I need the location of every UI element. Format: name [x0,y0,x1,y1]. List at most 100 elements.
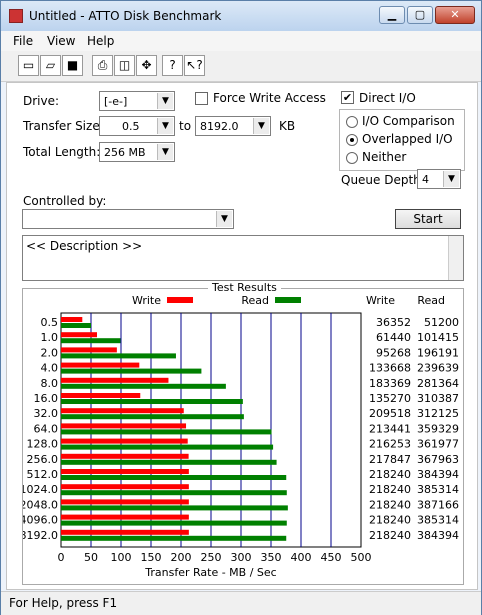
kb-label: KB [279,119,296,133]
drive-label: Drive: [23,94,60,108]
chevron-down-icon[interactable]: ▼ [253,118,269,134]
total-length-value: 256 MB [104,146,146,159]
read-value: 387166 [417,498,459,511]
io-options-group: I/O Comparison Overlapped I/O Neither [339,109,465,171]
y-tick-label: 64.0 [34,422,59,435]
title-bar[interactable]: Untitled - ATTO Disk Benchmark ▁ ▢ ✕ [1,1,481,31]
y-tick-label: 0.5 [41,316,59,329]
y-tick-label: 256.0 [27,453,59,466]
direct-io-checkbox[interactable]: ✔ [341,91,354,104]
start-button[interactable]: Start [395,209,461,229]
overlapped-io-radio[interactable] [346,134,358,146]
minimize-button[interactable]: ▁ [379,6,405,24]
close-button[interactable]: ✕ [435,6,475,24]
write-value: 218240 [369,529,411,542]
bar-write [61,423,187,429]
x-tick-label: 350 [261,551,282,564]
description-text: << Description >> [26,239,143,253]
chevron-down-icon[interactable]: ▼ [157,144,173,160]
description-scrollbar[interactable] [448,236,463,280]
context-help-icon[interactable]: ↖? [184,55,205,76]
app-icon [9,9,23,23]
read-value: 385314 [417,483,459,496]
write-value: 36352 [376,316,411,329]
print-preview-icon[interactable]: ◫ [114,55,135,76]
save-icon[interactable]: ■ [62,55,83,76]
legend-label-read: Read [241,294,269,307]
transfer-from-select[interactable]: 0.5 ▼ [99,116,175,136]
transfer-size-label: Transfer Size: [23,119,104,133]
menu-help[interactable]: Help [87,34,114,48]
write-value: 218240 [369,498,411,511]
force-write-label: Force Write Access [213,91,326,105]
x-tick-label: 200 [171,551,192,564]
bar-write [61,514,189,520]
write-value: 217847 [369,453,411,466]
bar-read [61,535,287,541]
bar-read [61,338,121,344]
neither-radio[interactable] [346,152,358,164]
read-value: 367963 [417,453,459,466]
io-comparison-radio[interactable] [346,116,358,128]
test-results-chart: Write Read Write Read 0 50 100 150 200 250 300 350 4… [20,294,482,598]
bar-read [61,399,243,404]
maximize-button[interactable]: ▢ [407,6,433,24]
chevron-down-icon[interactable]: ▼ [157,93,173,109]
bar-write [61,377,169,383]
help-icon[interactable]: ? [162,55,183,76]
write-value: 183369 [369,377,411,390]
controlled-by-select[interactable]: ▼ [22,209,234,229]
chevron-down-icon[interactable]: ▼ [216,211,232,227]
y-tick-label: 128.0 [27,438,59,451]
total-length-label: Total Length: [23,145,101,159]
read-value: 101415 [417,331,459,344]
x-tick-label: 100 [111,551,132,564]
bar-write [61,529,189,535]
x-axis-label: Transfer Rate - MB / Sec [144,566,276,579]
bar-read [61,459,277,465]
chevron-down-icon[interactable]: ▼ [443,171,459,187]
x-tick-label: 450 [321,551,342,564]
queue-depth-value: 4 [422,173,429,186]
new-icon[interactable]: ▭ [18,55,39,76]
read-column-header: Read [417,294,445,307]
controlled-by-label: Controlled by: [23,194,107,208]
main-panel: Drive: [-e-] ▼ Force Write Access ✔ Dire… [6,82,482,598]
description-field[interactable]: << Description >> [22,235,464,281]
transfer-from-value: 0.5 [122,120,140,133]
bar-read [61,444,274,450]
menu-file[interactable]: File [13,34,33,48]
y-tick-label: 1.0 [41,331,59,344]
open-icon[interactable]: ▱ [40,55,61,76]
bar-read [61,429,272,435]
drive-value: [-e-] [104,95,128,108]
y-tick-label: 2.0 [41,346,59,359]
drive-select[interactable]: [-e-] ▼ [99,91,175,111]
toolbar: ▭ ▱ ■ ⎙ ◫ ✥ ? ↖? [1,51,481,82]
x-tick-label: 500 [351,551,372,564]
x-tick-label: 400 [291,551,312,564]
direct-io-label: Direct I/O [359,91,416,105]
y-tick-label: 512.0 [27,468,59,481]
legend-swatch-write [167,297,193,303]
print-icon[interactable]: ⎙ [92,55,113,76]
bar-write [61,438,188,444]
bar-read [61,323,91,328]
bar-read [61,505,288,511]
status-text: For Help, press F1 [9,596,118,610]
y-tick-label: 16.0 [34,392,59,405]
queue-depth-select[interactable]: 4 ▼ [417,169,461,189]
bar-write [61,362,140,368]
transfer-to-select[interactable]: 8192.0 ▼ [195,116,271,136]
total-length-select[interactable]: 256 MB ▼ [99,142,175,162]
y-tick-label: 4096.0 [23,514,58,527]
force-write-checkbox[interactable] [195,92,208,105]
move-icon[interactable]: ✥ [136,55,157,76]
chevron-down-icon[interactable]: ▼ [157,118,173,134]
y-tick-label: 32.0 [34,407,59,420]
bar-read [61,414,244,420]
legend-swatch-read [275,297,301,303]
read-value: 51200 [424,316,459,329]
menu-view[interactable]: View [47,34,75,48]
bar-write [61,332,97,338]
